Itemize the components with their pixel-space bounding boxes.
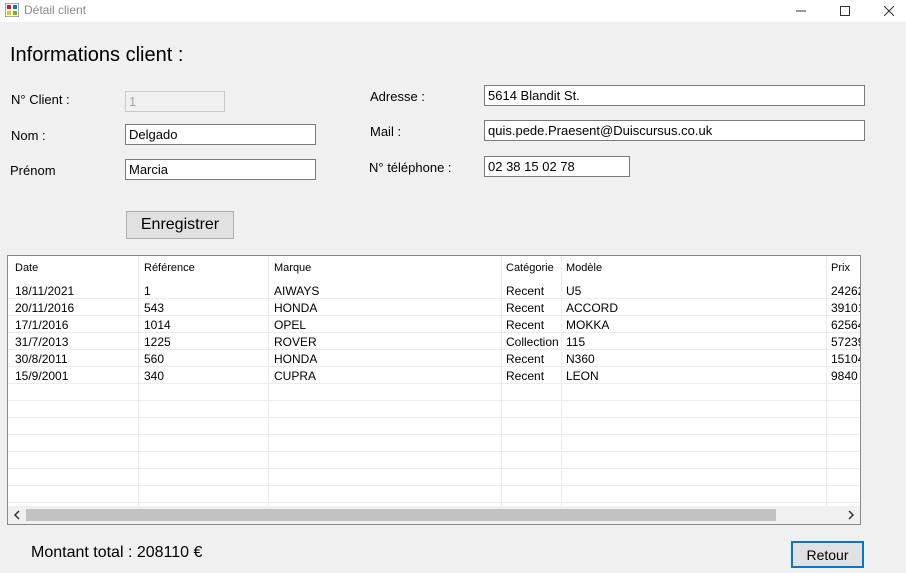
scroll-right-icon[interactable] [846,510,856,520]
column-header-prix[interactable]: Prix [831,262,850,274]
cell-date: 15/9/2001 [15,369,69,383]
table-row[interactable]: 20/11/2016 543 HONDA Recent ACCORD 39101 [8,299,860,316]
cell-prix: 9840 [831,369,858,383]
column-header-modele[interactable]: Modèle [566,262,602,274]
cell-date: 17/1/2016 [15,318,69,332]
cell-modele: U5 [566,284,582,298]
cell-categorie: Recent [506,318,545,332]
table-row[interactable] [8,435,860,452]
table-row[interactable]: 15/9/2001 340 CUPRA Recent LEON 9840 [8,367,860,384]
total-amount: Montant total : 208110 € [31,544,203,561]
window-title: Détail client [24,3,87,17]
prenom-label: Prénom [10,163,56,178]
cell-prix: 57239 [831,335,860,349]
cell-categorie: Recent [506,352,545,366]
cell-reference: 543 [144,301,165,315]
cell-categorie: Recent [506,284,545,298]
horizontal-scrollbar[interactable] [8,506,860,524]
cell-categorie: Recent [506,301,545,315]
minimize-icon [796,10,806,12]
scrollbar-thumb[interactable] [26,509,776,521]
cell-modele: 115 [566,335,586,349]
page-title: Informations client : [10,44,184,66]
telephone-label: N° téléphone : [369,160,452,175]
cell-modele: LEON [566,369,599,383]
cell-date: 20/11/2016 [15,301,75,315]
app-icon [5,3,19,17]
cell-marque: HONDA [274,352,318,366]
cell-categorie: Recent [506,369,545,383]
column-header-marque[interactable]: Marque [274,262,311,274]
cell-reference: 1014 [144,318,171,332]
cell-prix: 62564 [831,318,860,332]
cell-marque: HONDA [274,301,318,315]
cell-marque: CUPRA [274,369,317,383]
client-no-label: N° Client : [11,92,70,107]
mail-field[interactable]: quis.pede.Praesent@Duiscursus.co.uk [484,120,865,141]
table-row[interactable] [8,469,860,486]
cell-marque: OPEL [274,318,307,332]
scroll-left-icon[interactable] [12,510,22,520]
cell-marque: AIWAYS [274,284,320,298]
nom-field[interactable]: Delgado [125,124,316,145]
client-no-field: 1 [125,91,225,112]
orders-table[interactable]: Date Référence Marque Catégorie Modèle P… [7,255,861,525]
table-row[interactable] [8,401,860,418]
column-header-reference[interactable]: Référence [144,262,195,274]
table-row[interactable] [8,418,860,435]
cell-reference: 560 [144,352,165,366]
cell-date: 18/11/2021 [15,284,75,298]
cell-modele: N360 [566,352,595,366]
maximize-button[interactable] [822,0,868,22]
table-row[interactable]: 30/8/2011 560 HONDA Recent N360 15104 [8,350,860,367]
mail-label: Mail : [370,124,402,139]
telephone-field[interactable]: 02 38 15 02 78 [484,156,630,177]
table-row[interactable]: 31/7/2013 1225 ROVER Collection 115 57239 [8,333,860,350]
cell-categorie: Collection [506,335,559,349]
back-button[interactable]: Retour [791,541,864,568]
close-button[interactable] [866,0,906,22]
minimize-button[interactable] [778,0,824,22]
cell-reference: 1 [144,284,151,298]
cell-reference: 1225 [144,335,171,349]
cell-reference: 340 [144,369,165,383]
cell-prix: 24262 [831,284,860,298]
cell-date: 30/8/2011 [15,352,68,366]
nom-label: Nom : [11,128,46,143]
table-row[interactable]: 17/1/2016 1014 OPEL Recent MOKKA 62564 [8,316,860,333]
table-row[interactable] [8,384,860,401]
column-header-categorie[interactable]: Catégorie [506,262,554,274]
adresse-label: Adresse : [370,89,425,104]
close-icon [884,6,894,16]
cell-modele: ACCORD [566,301,619,315]
cell-prix: 39101 [831,301,860,315]
table-row[interactable] [8,452,860,469]
table-row[interactable] [8,486,860,503]
cell-prix: 15104 [831,352,860,366]
maximize-icon [840,6,850,16]
table-body: Date Référence Marque Catégorie Modèle P… [8,256,860,506]
prenom-field[interactable]: Marcia [125,159,316,180]
cell-modele: MOKKA [566,318,610,332]
save-button[interactable]: Enregistrer [126,211,234,239]
adresse-field[interactable]: 5614 Blandit St. [484,85,865,106]
cell-date: 31/7/2013 [15,335,69,349]
table-row[interactable]: 18/11/2021 1 AIWAYS Recent U5 24262 [8,282,860,299]
title-bar: Détail client [0,0,906,22]
cell-marque: ROVER [274,335,317,349]
column-header-date[interactable]: Date [15,262,38,274]
